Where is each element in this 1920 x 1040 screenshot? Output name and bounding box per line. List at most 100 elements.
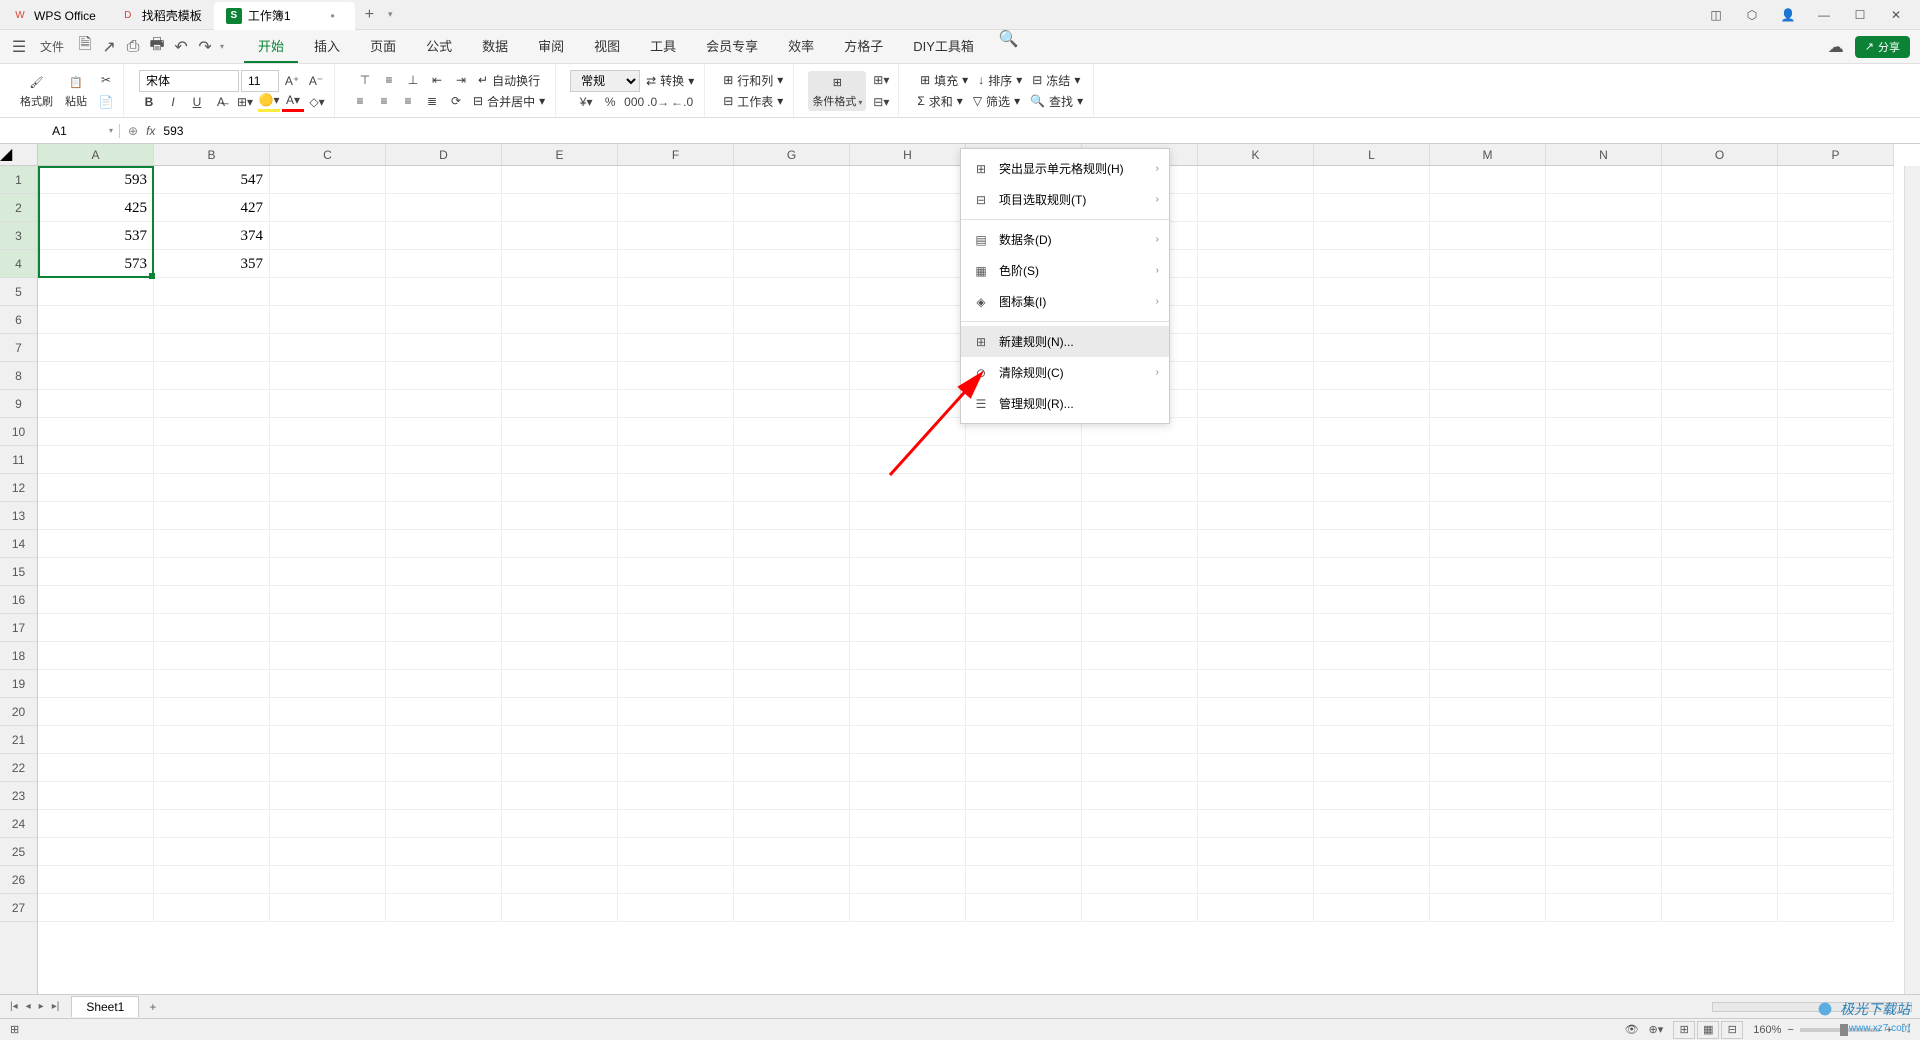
- cell-A1[interactable]: 593: [38, 166, 154, 194]
- cell-G27[interactable]: [734, 894, 850, 922]
- cell-D9[interactable]: [386, 390, 502, 418]
- row-header-14[interactable]: 14: [0, 530, 37, 558]
- row-header-17[interactable]: 17: [0, 614, 37, 642]
- cell-E5[interactable]: [502, 278, 618, 306]
- font-size-input[interactable]: [241, 70, 279, 92]
- cell-J11[interactable]: [1082, 446, 1198, 474]
- cell-I21[interactable]: [966, 726, 1082, 754]
- find-button[interactable]: 🔍查找▾: [1026, 91, 1087, 112]
- cell-B9[interactable]: [154, 390, 270, 418]
- cell-M14[interactable]: [1430, 530, 1546, 558]
- cell-B1[interactable]: 547: [154, 166, 270, 194]
- font-name-input[interactable]: [139, 70, 239, 92]
- convert-button[interactable]: ⇄转换▾: [642, 70, 698, 91]
- cell-F15[interactable]: [618, 558, 734, 586]
- row-header-20[interactable]: 20: [0, 698, 37, 726]
- cell-G18[interactable]: [734, 642, 850, 670]
- cell-E13[interactable]: [502, 502, 618, 530]
- row-header-11[interactable]: 11: [0, 446, 37, 474]
- cell-H23[interactable]: [850, 782, 966, 810]
- column-header-G[interactable]: G: [734, 144, 850, 165]
- row-header-7[interactable]: 7: [0, 334, 37, 362]
- cell-L26[interactable]: [1314, 866, 1430, 894]
- cell-M24[interactable]: [1430, 810, 1546, 838]
- cell-I20[interactable]: [966, 698, 1082, 726]
- cell-F19[interactable]: [618, 670, 734, 698]
- cell-P16[interactable]: [1778, 586, 1894, 614]
- cell-N5[interactable]: [1546, 278, 1662, 306]
- cell-I11[interactable]: [966, 446, 1082, 474]
- cell-B27[interactable]: [154, 894, 270, 922]
- cell-A19[interactable]: [38, 670, 154, 698]
- vertical-scrollbar[interactable]: [1904, 166, 1920, 994]
- align-right-icon[interactable]: ≡: [397, 91, 419, 111]
- tab-review[interactable]: 审阅: [524, 30, 578, 63]
- tab-member[interactable]: 会员专享: [692, 30, 772, 63]
- cell-B12[interactable]: [154, 474, 270, 502]
- cell-M21[interactable]: [1430, 726, 1546, 754]
- cell-N2[interactable]: [1546, 194, 1662, 222]
- cell-A10[interactable]: [38, 418, 154, 446]
- cell-D14[interactable]: [386, 530, 502, 558]
- cell-L3[interactable]: [1314, 222, 1430, 250]
- cell-M27[interactable]: [1430, 894, 1546, 922]
- cell-O1[interactable]: [1662, 166, 1778, 194]
- cell-B22[interactable]: [154, 754, 270, 782]
- cell-I25[interactable]: [966, 838, 1082, 866]
- cell-D7[interactable]: [386, 334, 502, 362]
- cell-N16[interactable]: [1546, 586, 1662, 614]
- first-sheet-icon[interactable]: |◂: [8, 1001, 20, 1012]
- orientation-icon[interactable]: ⟳: [445, 91, 467, 111]
- zoom-out-icon[interactable]: −: [1787, 1024, 1793, 1036]
- cell-F5[interactable]: [618, 278, 734, 306]
- cell-K8[interactable]: [1198, 362, 1314, 390]
- row-header-9[interactable]: 9: [0, 390, 37, 418]
- cell-E26[interactable]: [502, 866, 618, 894]
- cell-J27[interactable]: [1082, 894, 1198, 922]
- cell-D16[interactable]: [386, 586, 502, 614]
- cell-O8[interactable]: [1662, 362, 1778, 390]
- align-center-icon[interactable]: ≡: [373, 91, 395, 111]
- cell-K10[interactable]: [1198, 418, 1314, 446]
- row-header-16[interactable]: 16: [0, 586, 37, 614]
- restore-icon[interactable]: ◫: [1706, 5, 1726, 25]
- cell-M23[interactable]: [1430, 782, 1546, 810]
- cell-G4[interactable]: [734, 250, 850, 278]
- cell-P6[interactable]: [1778, 306, 1894, 334]
- cell-E4[interactable]: [502, 250, 618, 278]
- number-format-select[interactable]: 常规: [570, 70, 640, 92]
- cell-M7[interactable]: [1430, 334, 1546, 362]
- cell-L9[interactable]: [1314, 390, 1430, 418]
- cell-F17[interactable]: [618, 614, 734, 642]
- tab-efficiency[interactable]: 效率: [774, 30, 828, 63]
- cell-F20[interactable]: [618, 698, 734, 726]
- cell-F24[interactable]: [618, 810, 734, 838]
- cell-B16[interactable]: [154, 586, 270, 614]
- cell-E27[interactable]: [502, 894, 618, 922]
- cell-I22[interactable]: [966, 754, 1082, 782]
- page-break-icon[interactable]: ⊟: [1721, 1021, 1743, 1039]
- cell-E23[interactable]: [502, 782, 618, 810]
- column-header-L[interactable]: L: [1314, 144, 1430, 165]
- cell-J18[interactable]: [1082, 642, 1198, 670]
- cell-J26[interactable]: [1082, 866, 1198, 894]
- cell-J22[interactable]: [1082, 754, 1198, 782]
- paste-button[interactable]: 📋 粘贴: [61, 71, 91, 111]
- cell-P17[interactable]: [1778, 614, 1894, 642]
- cell-I18[interactable]: [966, 642, 1082, 670]
- italic-icon[interactable]: I: [162, 92, 184, 112]
- cell-G8[interactable]: [734, 362, 850, 390]
- cell-M15[interactable]: [1430, 558, 1546, 586]
- cell-H2[interactable]: [850, 194, 966, 222]
- cell-F18[interactable]: [618, 642, 734, 670]
- print-preview-icon[interactable]: 🖶: [148, 38, 166, 56]
- cell-D27[interactable]: [386, 894, 502, 922]
- cell-C15[interactable]: [270, 558, 386, 586]
- cell-L5[interactable]: [1314, 278, 1430, 306]
- cell-O21[interactable]: [1662, 726, 1778, 754]
- cell-J24[interactable]: [1082, 810, 1198, 838]
- cell-D5[interactable]: [386, 278, 502, 306]
- page-layout-icon[interactable]: ▦: [1697, 1021, 1719, 1039]
- cell-I16[interactable]: [966, 586, 1082, 614]
- cell-M2[interactable]: [1430, 194, 1546, 222]
